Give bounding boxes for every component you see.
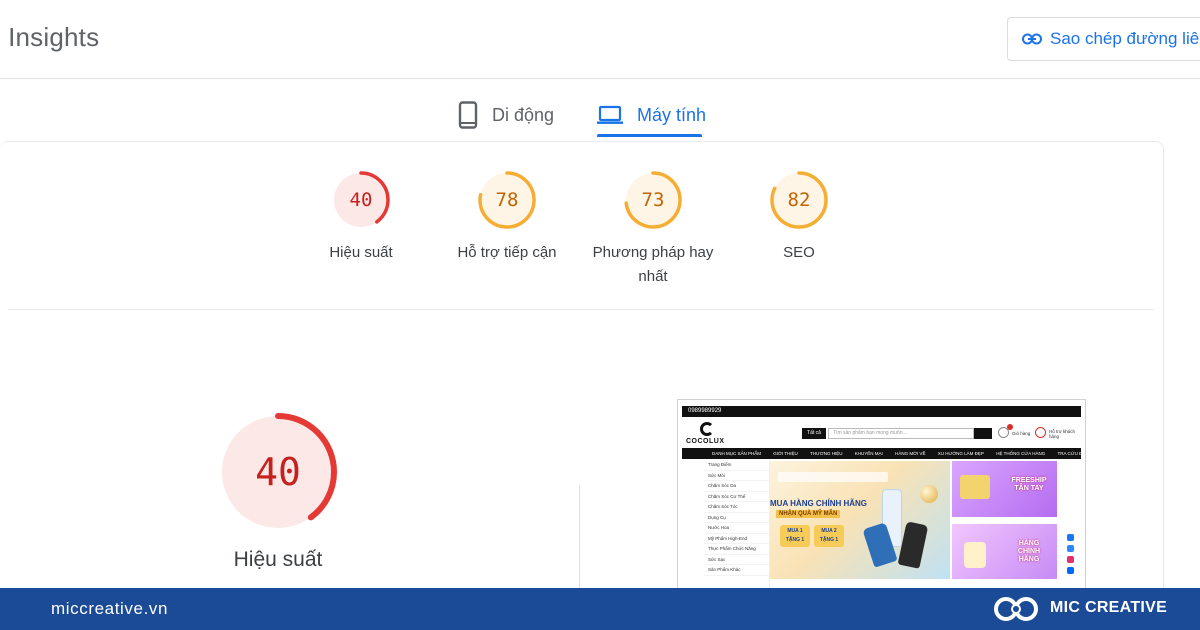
score-label-best-practices: Phương pháp hay nhất [592,244,714,285]
tab-desktop[interactable]: Máy tính [597,92,706,138]
tab-desktop-label: Máy tính [637,104,707,125]
thumb-logo: COCOLUX [686,438,725,445]
thumb-category-item: Dụng Cụ [704,513,769,523]
copy-link-label: Sao chép đường liê [1050,29,1200,48]
thumb-category-item: Nước Hoa [704,523,769,534]
thumb-phone-bar: 0989989929 [682,406,1081,417]
link-icon [1022,33,1042,45]
main-score-label: Hiệu suất [233,548,323,571]
thumb-category-item: Trang Điểm [704,460,769,471]
score-value: 78 [495,189,519,211]
score-gauge-best-practices[interactable]: 73 [623,170,683,230]
score-label-performance: Hiệu suất [329,244,393,261]
thumb-category-item: Chăm Sóc Da [704,481,769,492]
thumb-zalo-icon [1067,567,1074,574]
thumb-promo-product [964,542,986,568]
thumb-category-item: Chăm Sóc Cơ Thể [704,492,769,502]
score-value: 40 [349,189,373,211]
score-value: 73 [641,189,665,211]
thumb-category-item: Sức Sạc [704,555,769,565]
page-screenshot: 0989989929 COCOLUX Tất cả Tìm sản phẩm b… [677,399,1086,590]
thumb-category-menu: Trang Điểm Sức Mỏi Chăm Sóc Da Chăm Sóc … [704,460,770,588]
thumb-nav-item: HÀNG MỚI VỀ [895,451,926,456]
thumb-nav-item: XU HƯỚNG LÀM ĐẸP [937,451,984,456]
smartphone-icon [458,101,478,129]
thumb-cart-label: Giỏ hàng [1012,431,1031,436]
main-performance-gauge: 40 [218,412,338,532]
score-value: 82 [787,189,811,211]
score-gauge-seo[interactable]: 82 [769,170,829,230]
thumb-support-icon [1035,427,1046,438]
thumb-nav-bar: DANH MỤC SẢN PHẨM GIỚI THIỆU THƯƠNG HIỆU… [682,448,1081,459]
thumb-nav-item: HỆ THỐNG CỬA HÀNG [996,451,1046,456]
footer-site-url: miccreative.vn [51,599,169,618]
thumb-category-item: Mỹ Phẩm High-End [704,534,769,544]
thumb-support-label: Hỗ trợ khách hàng [1049,429,1075,439]
thumb-brand-logos [778,472,888,482]
tab-active-indicator [597,134,702,137]
score-label-seo: SEO [783,244,815,261]
tab-mobile[interactable]: Di động [458,92,554,138]
thumb-search-button [974,428,992,439]
main-score-value: 40 [255,450,301,494]
thumb-category-item: Sản Phẩm Khác [704,565,769,576]
score-gauge-accessibility[interactable]: 78 [477,170,537,230]
thumb-offer-2: MUA 2 TẶNG 1 [814,525,844,547]
thumb-phone: 0989989929 [688,408,722,414]
thumb-nav-item: THƯƠNG HIỆU [810,451,843,456]
thumb-promo-authentic: HÀNG CHÍNH HÃNG [952,524,1057,579]
thumb-gold-sphere [920,485,938,503]
score-label-accessibility: Hỗ trợ tiếp cận [457,244,557,261]
thumb-nav-item: DANH MỤC SẢN PHẨM [712,451,762,456]
thumb-product-box [897,521,929,569]
top-header: d Insights Sao chép đường liê [0,0,1200,79]
laptop-icon [597,105,623,124]
section-divider [579,485,580,590]
thumb-instagram-icon [1067,556,1074,563]
card-divider [8,309,1154,310]
thumb-banner-title: MUA HÀNG CHÍNH HÃNG [770,499,868,508]
thumb-banner-subtitle: NHẬN QUÀ MỸ MÃN [776,510,841,518]
thumb-category-item: Sức Mỏi [704,471,769,481]
thumb-promo-freeship: FREESHIP TẬN TAY [952,461,1057,517]
score-gauge-performance[interactable]: 40 [331,170,391,230]
thumb-search-input: Tìm sản phẩm bạn mong muốn... [828,428,974,439]
thumb-hero-banner: MUA HÀNG CHÍNH HÃNG NHẬN QUÀ MỸ MÃN MUA … [770,461,950,579]
thumb-nav-item: TRA CỨU ĐƠN HÀNG [1057,451,1082,456]
thumb-messenger-icon [1067,545,1074,552]
footer-brand-name: MIC CREATIVE [1050,599,1168,616]
thumb-nav-item: GIỚI THIỆU [773,451,798,456]
thumb-category-item: Chăm Sóc Tóc [704,502,769,513]
copy-link-button[interactable]: Sao chép đường liê [1007,17,1200,61]
thumb-nav-item: KHUYẾN MẠI [854,451,883,456]
thumb-promo-authentic-text: HÀNG CHÍNH HÃNG [1017,540,1041,563]
thumb-cart-badge [1007,424,1013,430]
thumb-promo-freeship-text: FREESHIP TẬN TAY [1011,477,1047,492]
tab-mobile-label: Di động [492,104,555,125]
thumb-logo-mark [700,422,714,436]
page-title: d Insights [0,22,100,52]
thumb-offer-1: MUA 1 TẶNG 1 [780,525,810,547]
thumb-facebook-icon [1067,534,1074,541]
thumb-search-category: Tất cả [802,428,826,439]
thumb-category-item: Thực Phẩm Chức Năng [704,544,769,555]
thumb-promo-product [960,475,990,499]
mic-logo-icon [994,597,1038,621]
footer-bar: miccreative.vn MIC CREATIVE [0,588,1200,630]
